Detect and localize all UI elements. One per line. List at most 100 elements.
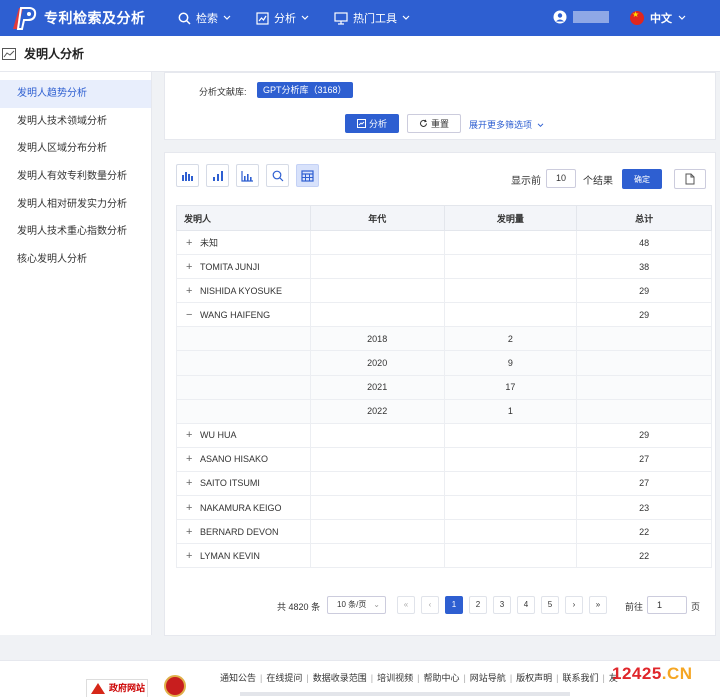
page-button-5[interactable]: 5 xyxy=(541,596,559,614)
inventor-name: ASANO HISAKO xyxy=(200,454,269,465)
language-switch[interactable]: 中文 xyxy=(630,10,686,26)
column-header-year[interactable]: 年代 xyxy=(309,205,445,231)
refresh-icon xyxy=(419,119,427,127)
table-body: + 未知 48 + TOMITA JUNJI 38 + NISHIDA KYOSUKE 29− W… xyxy=(176,229,712,569)
search-icon xyxy=(272,170,283,181)
footer-link[interactable]: 在线提问 xyxy=(266,673,302,683)
cell-count: 17 xyxy=(443,374,578,400)
footer-link[interactable]: 数据收录范围 xyxy=(313,673,367,683)
cell-count xyxy=(443,470,578,497)
prev-page-button[interactable]: ‹ xyxy=(421,596,439,614)
page-button-4[interactable]: 4 xyxy=(517,596,535,614)
column-header-total[interactable]: 总计 xyxy=(576,205,712,231)
table-row-child: 2020 9 xyxy=(176,350,712,376)
cell-count xyxy=(443,446,578,472)
table-row: + ASANO HISAKO 27 xyxy=(176,446,712,472)
more-filters-link[interactable]: 展开更多筛选项 xyxy=(469,118,544,131)
link-separator: | xyxy=(260,673,263,683)
export-button[interactable] xyxy=(674,169,706,189)
inventor-name: LYMAN KEVIN xyxy=(200,550,260,561)
cell-year xyxy=(309,302,445,328)
cell-inventor: + TOMITA JUNJI xyxy=(176,254,311,280)
footer-link[interactable]: 版权声明 xyxy=(516,673,552,683)
page-button-2[interactable]: 2 xyxy=(469,596,487,614)
expand-icon[interactable]: + xyxy=(186,429,196,441)
column-chart-button[interactable] xyxy=(206,164,229,187)
bar-chart-button[interactable] xyxy=(176,164,199,187)
table-view-button[interactable] xyxy=(296,164,319,187)
nav-analysis[interactable]: 分析 xyxy=(256,10,314,26)
first-page-button[interactable]: « xyxy=(397,596,415,614)
monitor-icon xyxy=(334,11,348,25)
cell-year xyxy=(309,543,445,569)
inventor-trend-table: 发明人 年代 发明量 总计 + 未知 48 + TOMITA JUNJI 38 + NISHI… xyxy=(176,205,712,569)
show-top-input[interactable]: 10 xyxy=(546,169,576,188)
column-header-inventor[interactable]: 发明人 xyxy=(176,205,311,231)
sidebar-item-tech-field[interactable]: 发明人技术领域分析 xyxy=(0,108,151,136)
total-prefix: 共 xyxy=(277,602,287,612)
cell-inventor xyxy=(176,398,311,424)
cell-year: 2021 xyxy=(309,374,445,400)
more-filters-label: 展开更多筛选项 xyxy=(469,120,533,130)
user-menu[interactable] xyxy=(553,10,609,24)
expand-icon[interactable]: + xyxy=(186,550,196,562)
goto-page-input[interactable]: 1 xyxy=(647,596,687,614)
inventor-name: SAITO ITSUMI xyxy=(200,478,260,489)
line-chart-button[interactable] xyxy=(236,164,259,187)
column-chart-icon xyxy=(213,170,223,181)
watermark-number: 12425 xyxy=(612,664,662,683)
sidebar-item-rd-strength[interactable]: 发明人相对研发实力分析 xyxy=(0,191,151,219)
analyze-button[interactable]: 分析 xyxy=(345,114,399,133)
cell-inventor xyxy=(176,326,311,352)
reset-button[interactable]: 重置 xyxy=(407,114,461,133)
cell-inventor: + BERNARD DEVON xyxy=(176,519,311,545)
column-header-count[interactable]: 发明量 xyxy=(443,205,578,231)
expand-icon[interactable]: + xyxy=(186,526,196,538)
cell-total xyxy=(576,326,712,352)
nav-tools[interactable]: 热门工具 xyxy=(334,10,415,26)
footer-link[interactable]: 培训视频 xyxy=(377,673,413,683)
table-row: + NAKAMURA KEIGO 23 xyxy=(176,495,712,521)
table-row: + 未知 48 xyxy=(176,229,712,256)
inventor-name: BERNARD DEVON xyxy=(200,526,279,537)
sidebar-item-trend[interactable]: 发明人趋势分析 xyxy=(0,80,151,108)
show-top-label: 显示前 xyxy=(511,176,541,187)
nav-tools-label: 热门工具 xyxy=(353,13,397,25)
national-emblem-icon xyxy=(164,675,186,697)
page-size-select[interactable]: 10 条/页 ⌄ xyxy=(327,596,386,614)
expand-icon[interactable]: + xyxy=(186,285,196,297)
collapse-icon[interactable]: − xyxy=(186,309,196,321)
expand-icon[interactable]: + xyxy=(186,477,196,489)
logo[interactable]: 专利检索及分析 xyxy=(10,5,160,31)
expand-icon[interactable]: + xyxy=(186,502,196,514)
page-button-3[interactable]: 3 xyxy=(493,596,511,614)
search-chart-button[interactable] xyxy=(266,164,289,187)
db-label: 分析文献库: xyxy=(199,87,247,97)
total-count: 共 4820 条 xyxy=(277,600,320,613)
cell-total xyxy=(576,374,712,400)
expand-icon[interactable]: + xyxy=(186,237,196,249)
footer-link[interactable]: 网站导航 xyxy=(470,673,506,683)
sidebar-item-core-inventor[interactable]: 核心发明人分析 xyxy=(0,246,151,274)
cell-year xyxy=(309,278,445,304)
cell-count xyxy=(443,519,578,545)
gov-site-badge[interactable]: 政府网站 xyxy=(86,679,148,697)
footer-link[interactable]: 通知公告 xyxy=(220,673,256,683)
cell-total: 29 xyxy=(576,278,712,304)
expand-icon[interactable]: + xyxy=(186,261,196,273)
confirm-button[interactable]: 确定 xyxy=(622,169,662,189)
db-tag[interactable]: GPT分析库（3168） xyxy=(257,82,353,98)
sidebar-item-region[interactable]: 发明人区域分布分析 xyxy=(0,135,151,163)
sidebar-item-valid-patents[interactable]: 发明人有效专利数量分析 xyxy=(0,163,151,191)
double-chevron-right-icon: » xyxy=(595,600,601,609)
page-button-1[interactable]: 1 xyxy=(445,596,463,614)
nav-search[interactable]: 检索 xyxy=(178,10,236,26)
next-page-button[interactable]: › xyxy=(565,596,583,614)
expand-icon[interactable]: + xyxy=(186,453,196,465)
footer-link[interactable]: 联系我们 xyxy=(563,673,599,683)
sidebar-item-tech-focus[interactable]: 发明人技术重心指数分析 xyxy=(0,218,151,246)
last-page-button[interactable]: » xyxy=(589,596,607,614)
inventor-name: NAKAMURA KEIGO xyxy=(200,502,282,513)
footer-link[interactable]: 帮助中心 xyxy=(423,673,459,683)
cell-inventor xyxy=(176,374,311,400)
